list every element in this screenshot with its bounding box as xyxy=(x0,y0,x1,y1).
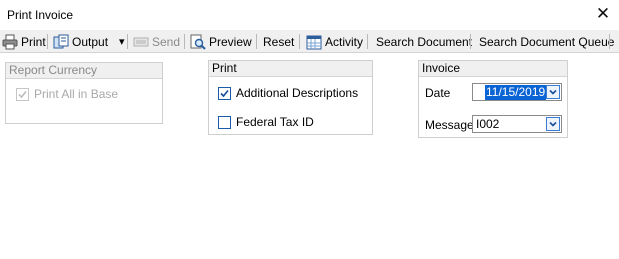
chevron-down-icon[interactable] xyxy=(546,117,560,131)
date-value: 11/15/2019 xyxy=(485,85,547,100)
window-title: Print Invoice xyxy=(7,8,74,22)
preview-button[interactable]: Preview xyxy=(190,32,252,51)
federal-tax-id-label: Federal Tax ID xyxy=(236,115,314,129)
preview-label: Preview xyxy=(209,34,252,49)
report-currency-header: Report Currency xyxy=(6,63,162,79)
checkbox-unchecked-icon xyxy=(218,115,231,129)
search-document-queue-label: Search Document Queue xyxy=(479,34,615,49)
message-label: Message xyxy=(425,118,474,132)
search-document-queue-button[interactable]: Search Document Queue xyxy=(479,32,614,51)
toolbar-separator xyxy=(609,34,610,49)
toolbar-separator xyxy=(470,34,471,49)
close-icon[interactable]: ✕ xyxy=(592,4,614,26)
additional-descriptions-label: Additional Descriptions xyxy=(236,86,359,100)
date-label: Date xyxy=(425,86,451,100)
send-icon xyxy=(133,34,149,50)
title-bar: Print Invoice ✕ xyxy=(0,0,619,30)
message-select[interactable]: I002 xyxy=(472,115,562,133)
chevron-down-icon[interactable]: ▾ xyxy=(119,35,125,48)
activity-button[interactable]: Activity xyxy=(306,32,363,51)
search-document-button[interactable]: Search Document xyxy=(376,32,472,51)
checkbox-checked-icon xyxy=(218,86,231,100)
invoice-header: Invoice xyxy=(419,61,567,77)
chevron-down-icon[interactable] xyxy=(546,85,560,99)
toolbar-separator xyxy=(299,34,300,49)
toolbar-separator xyxy=(367,34,368,49)
print-all-in-base-checkbox[interactable]: Print All in Base xyxy=(16,87,118,101)
toolbar-separator xyxy=(47,34,48,49)
print-button[interactable]: Print xyxy=(2,32,46,51)
send-label: Send xyxy=(152,34,181,49)
checkbox-checked-icon xyxy=(16,87,29,101)
calendar-icon xyxy=(306,34,322,50)
search-document-label: Search Document xyxy=(376,34,473,49)
toolbar-separator xyxy=(256,34,257,49)
toolbar-separator xyxy=(184,34,185,49)
send-button[interactable]: Send xyxy=(133,32,180,51)
print-header: Print xyxy=(209,61,372,77)
reset-button[interactable]: Reset xyxy=(263,32,294,51)
toolbar-separator xyxy=(127,34,128,49)
message-value: I002 xyxy=(476,117,500,131)
preview-icon xyxy=(190,34,206,50)
toolbar: Print Output ▾ Send Preview Reset Activi… xyxy=(0,30,619,53)
federal-tax-id-checkbox[interactable]: Federal Tax ID xyxy=(218,115,314,129)
printer-icon xyxy=(2,34,18,50)
print-all-in-base-label: Print All in Base xyxy=(34,87,119,101)
reset-label: Reset xyxy=(263,34,295,49)
additional-descriptions-checkbox[interactable]: Additional Descriptions xyxy=(218,86,358,100)
output-label: Output xyxy=(72,34,109,49)
output-icon xyxy=(53,34,69,50)
output-button[interactable]: Output ▾ xyxy=(53,32,125,51)
activity-label: Activity xyxy=(325,34,364,49)
print-label: Print xyxy=(21,34,46,49)
date-picker[interactable]: 11/15/2019 xyxy=(472,83,562,101)
